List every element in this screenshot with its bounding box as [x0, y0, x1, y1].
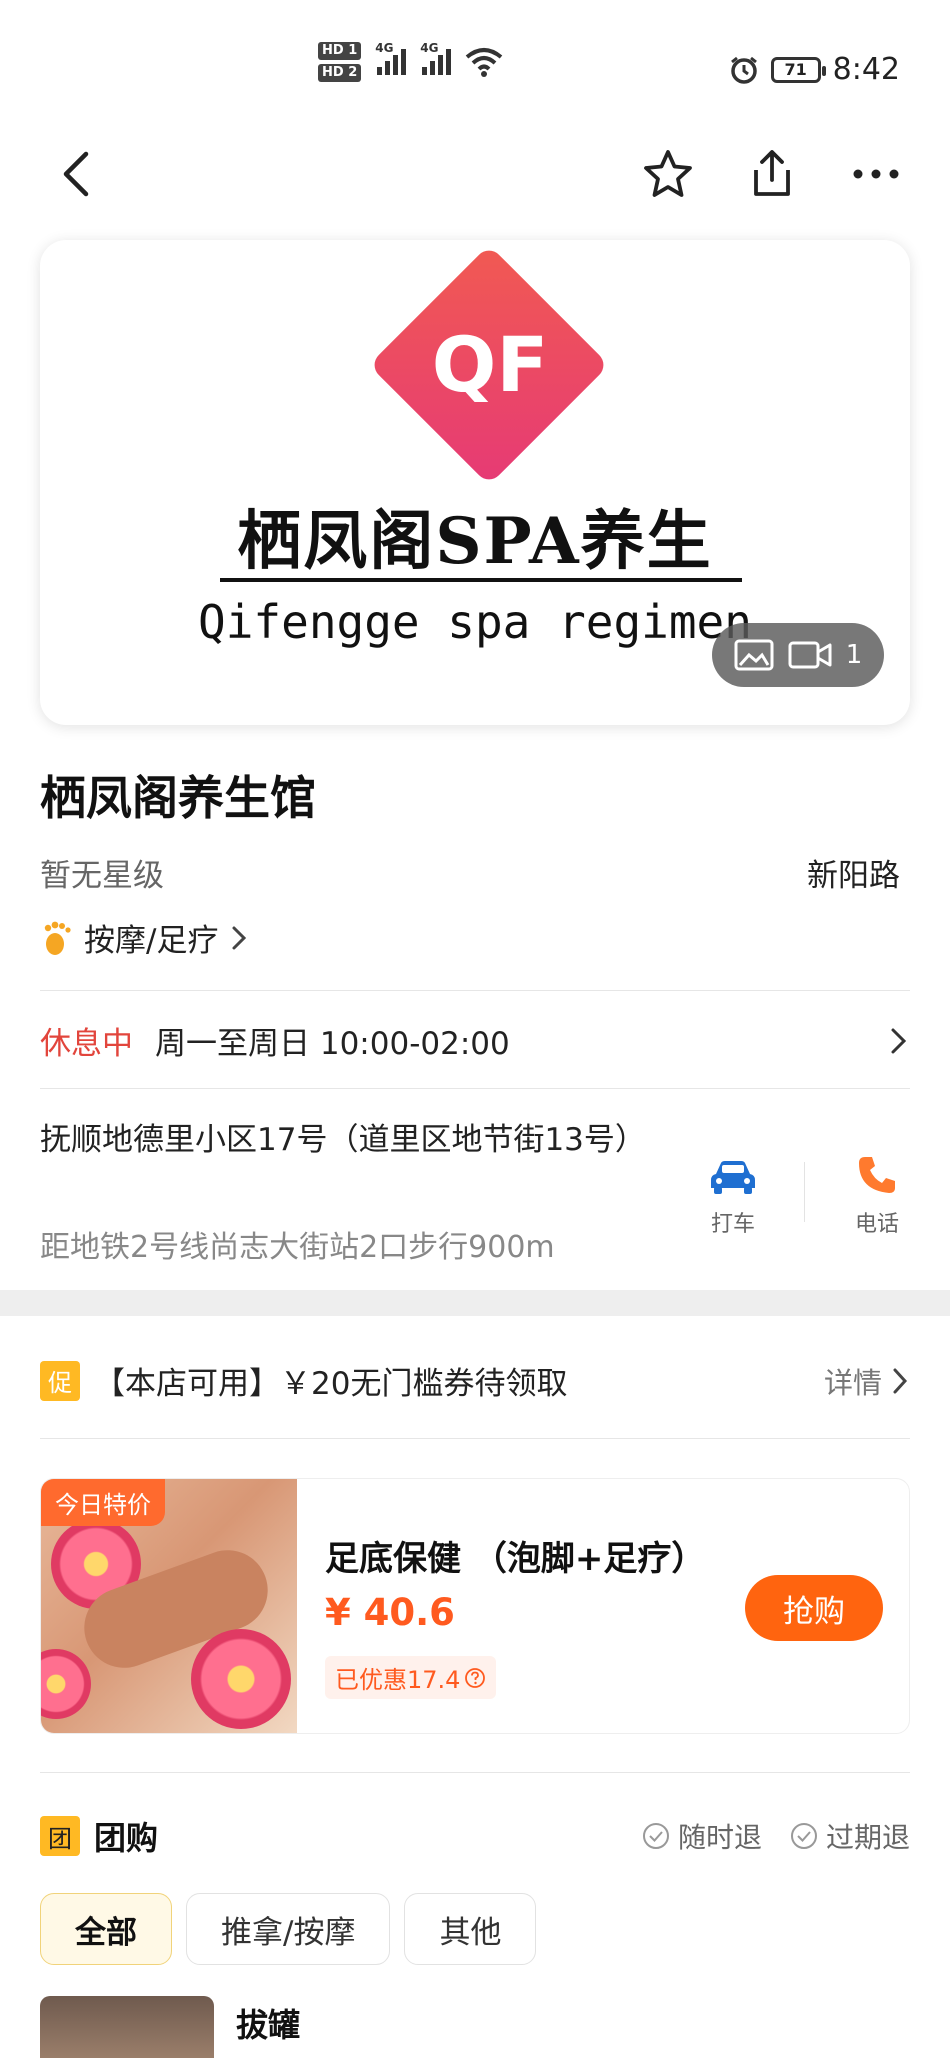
media-count-pill[interactable]: 1	[712, 623, 884, 687]
more-button[interactable]	[846, 144, 906, 204]
signal-icon-2: 4G	[420, 41, 452, 75]
deal-name: 足底保健 （泡脚+足疗）	[325, 1539, 706, 1579]
policy-anytime-label: 随时退	[677, 1821, 762, 1854]
sim1-badge: HD 1	[318, 42, 362, 60]
divider	[40, 1088, 910, 1089]
deal-price: ¥ 40.6	[325, 1591, 455, 1634]
video-icon	[788, 641, 832, 669]
signal-icon: 4G	[375, 41, 407, 75]
policy-expired-label: 过期退	[825, 1821, 910, 1854]
shop-area: 新阳路	[807, 858, 900, 894]
taxi-button[interactable]: 打车	[678, 1148, 788, 1238]
group-title: 团购	[94, 1819, 159, 1857]
group-filter-tabs: 全部 推拿/按摩 其他	[40, 1893, 537, 1965]
logo-underline	[220, 578, 742, 582]
refund-policies: 随时退 过期退	[642, 1816, 910, 1856]
check-circle-icon	[642, 1823, 669, 1849]
tab-other[interactable]: 其他	[404, 1893, 537, 1965]
hours-text: 周一至周日 10:00-02:00	[155, 1026, 510, 1062]
more-dots-icon	[853, 169, 899, 179]
network-indicators: HD 1 HD 2 4G 4G	[318, 41, 503, 82]
deal-discount: 已优惠17.4	[325, 1656, 497, 1699]
group-item-name[interactable]: 拔罐	[236, 2000, 300, 2046]
phone-button[interactable]: 电话	[822, 1148, 932, 1238]
question-circle-icon	[465, 1667, 486, 1688]
business-hours-row[interactable]: 休息中 周一至周日 10:00-02:00	[40, 1018, 910, 1063]
media-count: 1	[845, 640, 863, 670]
top-nav	[0, 130, 950, 230]
share-button[interactable]	[742, 144, 802, 204]
shop-photo-card[interactable]: QF 栖凤阁SPA养生 Qifengge spa regimen 1	[40, 240, 910, 725]
chevron-right-icon	[893, 1368, 908, 1393]
alarm-icon	[730, 56, 757, 84]
favorite-button[interactable]	[638, 144, 698, 204]
phone-icon	[859, 1157, 895, 1193]
sim-indicators: HD 1 HD 2	[318, 42, 362, 82]
category-label: 按摩/足疗	[84, 923, 219, 959]
open-status: 休息中	[40, 1026, 133, 1062]
policy-expired: 过期退	[790, 1816, 910, 1856]
tab-massage[interactable]: 推拿/按摩	[186, 1893, 391, 1965]
deal-discount-text: 已优惠17.4	[335, 1666, 461, 1694]
car-icon	[711, 1161, 755, 1194]
check-circle-icon	[790, 1823, 817, 1849]
chevron-left-icon	[63, 151, 89, 197]
star-outline-icon	[644, 150, 692, 197]
logo-mark: QF	[431, 320, 549, 409]
divider	[40, 990, 910, 991]
chevron-right-icon	[232, 926, 247, 949]
phone-label: 电话	[854, 1212, 899, 1237]
battery-icon: 71	[770, 56, 826, 83]
status-bar: HD 1 HD 2 4G 4G 71 8:42	[0, 0, 950, 130]
shop-name: 栖凤阁养生馆	[40, 771, 316, 825]
divider	[40, 1772, 910, 1773]
star-level: 暂无星级	[40, 858, 164, 894]
share-icon	[754, 150, 790, 196]
foot-icon	[44, 921, 71, 955]
category-link[interactable]: 按摩/足疗	[40, 915, 250, 960]
group-buy-header: 团 团购 随时退 过期退	[40, 1813, 910, 1859]
policy-anytime: 随时退	[642, 1816, 762, 1856]
promo-details-link[interactable]: 详情	[824, 1360, 910, 1402]
tab-all[interactable]: 全部	[40, 1893, 172, 1965]
back-button[interactable]	[48, 144, 108, 204]
image-icon	[734, 639, 774, 671]
clock: 8:42	[832, 52, 900, 87]
promo-details-label: 详情	[823, 1365, 882, 1400]
wifi-icon	[465, 48, 503, 77]
coupon-promo-row[interactable]: 促 【本店可用】￥20无门槛券待领取 详情	[40, 1358, 910, 1403]
group-item-thumbnail[interactable]	[40, 1996, 214, 2058]
logo-chinese-text: 栖凤阁SPA养生	[237, 504, 713, 579]
promo-badge: 促	[40, 1360, 80, 1401]
special-deal-card[interactable]: 今日特价 足底保健 （泡脚+足疗） ¥ 40.6 已优惠17.4 抢购	[40, 1478, 910, 1734]
deal-tag: 今日特价	[41, 1479, 165, 1526]
subway-distance: 距地铁2号线尚志大街站2口步行900m	[40, 1230, 555, 1265]
promo-text: 【本店可用】￥20无门槛券待领取	[94, 1366, 568, 1402]
sim2-badge: HD 2	[318, 64, 362, 82]
group-badge: 团	[40, 1816, 80, 1856]
action-divider	[804, 1162, 805, 1222]
buy-now-button[interactable]: 抢购	[745, 1575, 883, 1641]
section-separator	[0, 1290, 950, 1316]
divider	[40, 1438, 910, 1439]
status-right: 71 8:42	[729, 52, 900, 87]
chevron-right-icon	[891, 1028, 907, 1053]
taxi-label: 打车	[710, 1212, 755, 1237]
shop-address[interactable]: 抚顺地德里小区17号（道里区地节街13号）	[40, 1118, 660, 1162]
